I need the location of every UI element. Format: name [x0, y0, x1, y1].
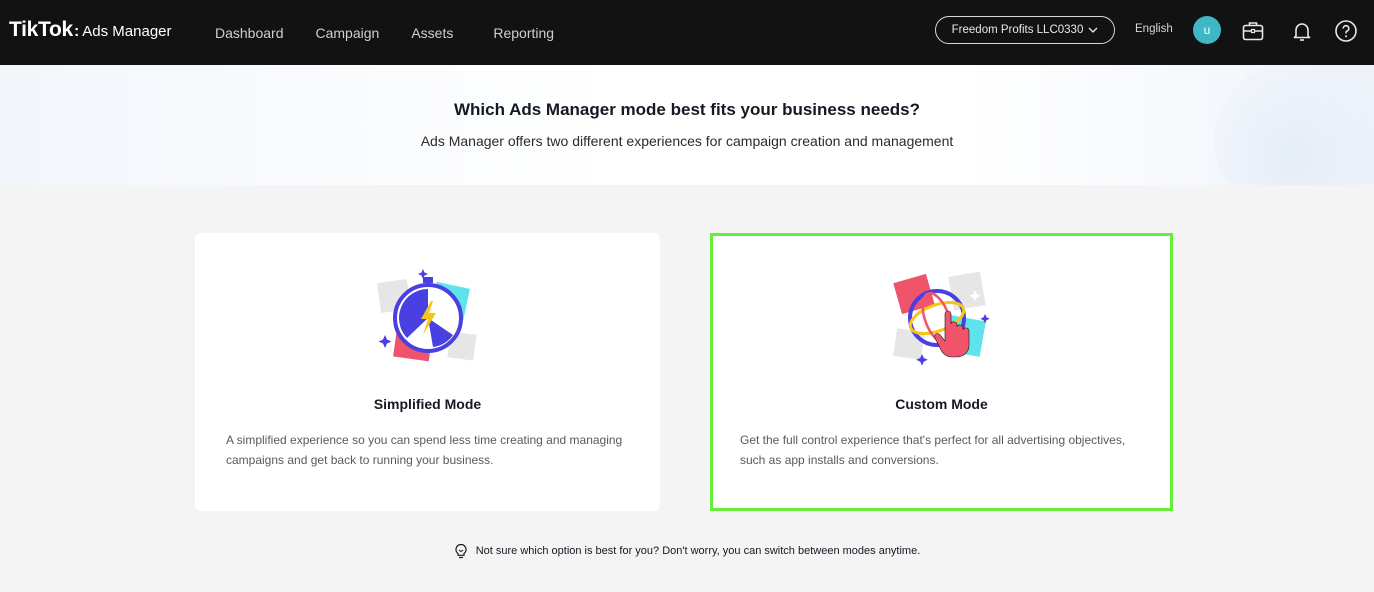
stopwatch-illustration-icon	[376, 269, 477, 362]
account-name: Freedom Profits LLC0330	[951, 24, 1084, 36]
account-selector[interactable]: Freedom Profits LLC0330	[935, 16, 1115, 44]
avatar[interactable]: u	[1193, 16, 1221, 44]
briefcase-icon[interactable]	[1240, 18, 1266, 44]
simplified-mode-card[interactable]: Simplified Mode A simplified experience …	[195, 233, 660, 511]
mode-description: A simplified experience so you can spend…	[226, 433, 623, 467]
nav-reporting[interactable]: Reporting	[493, 25, 554, 41]
nav-dashboard[interactable]: Dashboard	[215, 25, 284, 41]
hero-banner: Which Ads Manager mode best fits your bu…	[0, 65, 1374, 185]
page-subtitle: Ads Manager offers two different experie…	[420, 133, 954, 149]
avatar-initial: u	[1203, 23, 1211, 37]
mode-switch-tip: Not sure which option is best for you? D…	[0, 543, 1374, 559]
bell-icon[interactable]	[1289, 18, 1315, 44]
brand-suffix: Ads Manager	[82, 23, 172, 40]
mode-title: Simplified Mode	[373, 396, 482, 412]
decorative-swoosh	[1214, 65, 1374, 185]
nav-campaign[interactable]: Campaign	[316, 25, 380, 41]
chevron-down-icon	[1088, 27, 1098, 33]
page-title: Which Ads Manager mode best fits your bu…	[453, 100, 920, 119]
mode-description: Get the full control experience that's p…	[740, 433, 1126, 467]
tiktok-ads-manager-logo[interactable]: TikTok : Ads Manager	[9, 18, 172, 42]
lightbulb-icon	[455, 543, 467, 559]
top-nav-bar: TikTok : Ads Manager Dashboard Campaign …	[0, 0, 1374, 65]
globe-cursor-illustration-icon	[892, 271, 990, 366]
tip-text: Not sure which option is best for you? D…	[475, 545, 921, 557]
custom-mode-card[interactable]: Custom Mode Get the full control experie…	[710, 233, 1173, 511]
mode-title: Custom Mode	[895, 396, 988, 412]
nav-assets[interactable]: Assets	[411, 25, 453, 41]
help-icon[interactable]	[1333, 18, 1359, 44]
language-selector[interactable]: English	[1135, 23, 1173, 35]
main-nav: Dashboard Campaign Assets Reporting	[215, 0, 586, 65]
brand-name: TikTok	[9, 18, 73, 41]
